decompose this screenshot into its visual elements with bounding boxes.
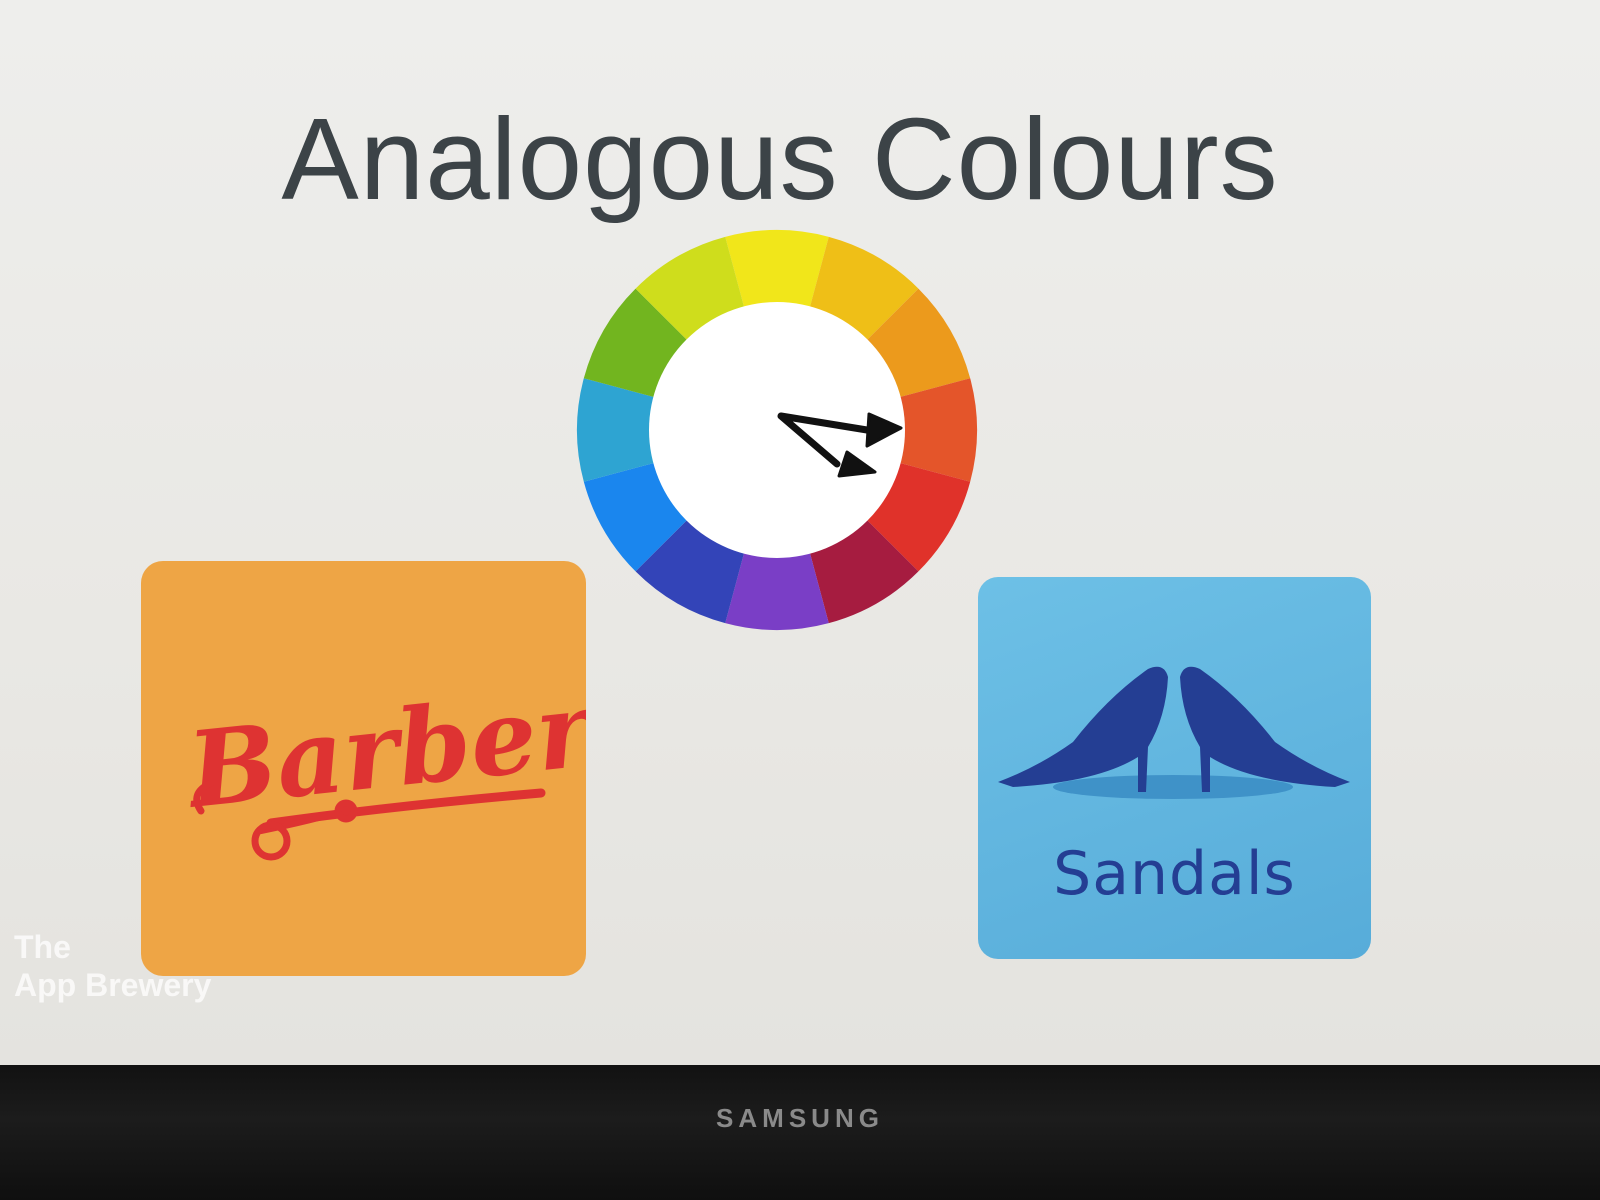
watermark-line-2: App Brewery bbox=[14, 967, 212, 1003]
barber-logo: Barber bbox=[180, 666, 586, 861]
monitor-screen: Analogous Colours Barber Sandals The App… bbox=[0, 0, 1600, 1065]
sandals-logo-card: Sandals bbox=[978, 577, 1371, 959]
sandals-logo-label: Sandals bbox=[1053, 839, 1296, 909]
watermark-line-1: The bbox=[14, 929, 71, 965]
barber-logo-card: Barber bbox=[141, 561, 586, 976]
watermark: The App Brewery bbox=[14, 928, 211, 1004]
slide-title: Analogous Colours bbox=[281, 94, 1279, 224]
monitor-brand-logo: SAMSUNG bbox=[716, 1103, 884, 1133]
colour-wheel bbox=[577, 230, 977, 630]
